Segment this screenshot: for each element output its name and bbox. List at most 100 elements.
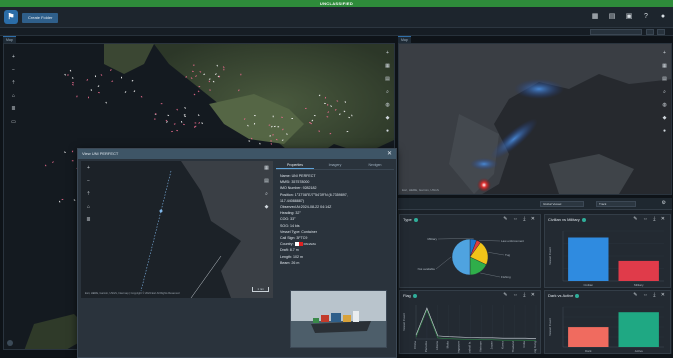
info-icon[interactable]: ● xyxy=(661,128,668,135)
vessel-photo[interactable] xyxy=(290,290,387,348)
layout-icon[interactable] xyxy=(657,29,665,35)
settings-icon[interactable] xyxy=(646,29,654,35)
vessel-marker xyxy=(133,90,136,93)
tab-map-left[interactable]: Map xyxy=(3,36,16,43)
drop-icon[interactable]: ◆ xyxy=(384,115,391,122)
document-icon[interactable]: ▣ xyxy=(625,13,633,21)
vessel-marker xyxy=(198,122,201,124)
vessel-marker xyxy=(270,125,273,128)
info-icon[interactable]: ● xyxy=(384,128,391,135)
type-pie-chart[interactable]: Military Law enforcement Tug Fishing Not ava… xyxy=(400,225,541,288)
vessel-marker xyxy=(184,106,186,109)
basemap-icon[interactable]: ▦ xyxy=(263,165,270,172)
vessel-marker xyxy=(64,151,66,154)
pie-label: Fishing xyxy=(501,275,511,279)
search-icon[interactable]: ⌕ xyxy=(263,191,270,198)
vessel-marker xyxy=(76,95,78,98)
zoom-out-icon[interactable]: − xyxy=(85,178,92,185)
info-icon[interactable] xyxy=(412,293,417,298)
drop-icon[interactable]: ◆ xyxy=(263,204,270,211)
info-icon[interactable] xyxy=(575,293,580,298)
card-tools[interactable]: ✎ ⇔ ⤓ ✕ xyxy=(633,216,667,222)
zoom-in-icon[interactable]: + xyxy=(384,50,391,57)
search-icon[interactable]: ⌕ xyxy=(661,89,668,96)
create-folder-button[interactable]: Create Folder xyxy=(22,13,59,23)
close-icon[interactable]: ✕ xyxy=(387,149,392,159)
compass-icon[interactable]: ⇡ xyxy=(85,191,92,198)
vessel-marker xyxy=(351,114,353,117)
civilian-military-bar-chart[interactable]: Vessel Count Civilian Military xyxy=(545,225,671,288)
drop-icon[interactable]: ◆ xyxy=(661,115,668,122)
vessel-marker xyxy=(153,118,156,120)
vessel-marker xyxy=(270,140,272,142)
dark-active-bar-chart[interactable]: Vessel Count Dark Active xyxy=(545,301,671,354)
measure-icon[interactable]: ▭ xyxy=(10,119,17,126)
right-map-tools: + ▦ ▤ ⌕ ◍ ◆ ● xyxy=(661,50,668,135)
vessel-selector[interactable]: Global Vessel xyxy=(540,201,584,207)
info-icon[interactable] xyxy=(581,217,586,222)
card-tools[interactable]: ✎ ⇔ ⤓ ✕ xyxy=(503,292,537,298)
zoom-out-icon[interactable]: − xyxy=(10,67,17,74)
tab-properties[interactable]: Properties xyxy=(276,161,314,169)
popup-tabs: Properties Imagery Nextgen xyxy=(276,161,394,170)
vessel-marker xyxy=(327,103,329,106)
x-tick-label: Marshall Is. xyxy=(468,341,472,354)
app-logo[interactable]: ⚑ xyxy=(4,10,18,24)
vessel-marker xyxy=(86,78,89,81)
vessel-marker xyxy=(318,94,321,97)
card-title: Dark vs Active xyxy=(548,293,580,298)
search-icon[interactable]: ⌕ xyxy=(384,89,391,96)
popup-map-tools: + − ⇡ ⌂ ≣ xyxy=(85,165,92,224)
vessel-marker xyxy=(330,105,332,107)
vessel-marker xyxy=(131,79,134,82)
vessel-marker xyxy=(173,123,176,125)
vessel-marker xyxy=(72,82,74,84)
flag-icon xyxy=(294,242,303,247)
vessel-marker xyxy=(61,198,64,200)
track-selector[interactable]: Track xyxy=(596,201,636,207)
legend-icon[interactable]: ▤ xyxy=(263,178,270,185)
settings-icon[interactable]: ⚙ xyxy=(662,200,666,206)
legend-icon[interactable]: ▤ xyxy=(384,76,391,83)
basemap-icon[interactable]: ▦ xyxy=(661,63,668,70)
grid-icon[interactable]: ▦ xyxy=(591,13,599,21)
vessel-marker xyxy=(336,100,339,102)
flag-line-chart[interactable]: Vessel Count China Panama Liberia Malta Singa… xyxy=(400,301,541,354)
vessel-marker xyxy=(281,139,284,141)
layers-icon[interactable]: ≣ xyxy=(85,217,92,224)
tab-nextgen[interactable]: Nextgen xyxy=(356,161,394,169)
filter-icon[interactable]: ◍ xyxy=(384,102,391,109)
legend-icon[interactable]: ▤ xyxy=(661,76,668,83)
home-icon[interactable]: ⌂ xyxy=(10,93,17,100)
heatmap-map[interactable]: + ▦ ▤ ⌕ ◍ ◆ ● Esri, HERE, Garmin, USGS xyxy=(398,43,672,195)
compass-icon[interactable]: ⇡ xyxy=(10,80,17,87)
home-icon[interactable]: ⌂ xyxy=(85,204,92,211)
vessel-marker xyxy=(44,164,47,167)
popup-map[interactable]: + − ⇡ ⌂ ≣ ▦ ▤ ⌕ ◆ Esri, HERE, Garmin, US… xyxy=(81,161,273,298)
basemap-icon[interactable]: ▦ xyxy=(384,63,391,70)
locate-icon[interactable] xyxy=(7,340,13,346)
vessel-marker xyxy=(243,118,246,120)
vessel-marker xyxy=(166,121,168,123)
user-icon[interactable]: ● xyxy=(659,13,667,21)
time-selector[interactable] xyxy=(590,29,642,35)
help-icon[interactable]: ? xyxy=(642,13,650,21)
zoom-in-icon[interactable]: + xyxy=(10,54,17,61)
dashboard-toolbar: Global Vessel Track ⚙ xyxy=(398,198,672,210)
zoom-in-icon[interactable]: + xyxy=(85,165,92,172)
vessel-marker xyxy=(277,126,280,128)
info-icon[interactable] xyxy=(413,217,418,222)
layers-icon[interactable]: ≣ xyxy=(10,106,17,113)
vessel-marker xyxy=(199,71,202,73)
filter-icon[interactable]: ◍ xyxy=(661,102,668,109)
zoom-in-icon[interactable]: + xyxy=(661,50,668,57)
x-tick-label: Korea xyxy=(500,341,504,349)
tab-imagery[interactable]: Imagery xyxy=(316,161,354,169)
vessel-marker xyxy=(97,85,100,87)
vessel-marker xyxy=(222,66,225,69)
table-icon[interactable]: ▤ xyxy=(608,13,616,21)
vessel-marker xyxy=(344,101,346,103)
card-tools[interactable]: ✎ ⇔ ⤓ ✕ xyxy=(503,216,537,222)
card-tools[interactable]: ✎ ⇔ ⤓ ✕ xyxy=(633,292,667,298)
tab-map-right[interactable]: Map xyxy=(398,36,411,43)
